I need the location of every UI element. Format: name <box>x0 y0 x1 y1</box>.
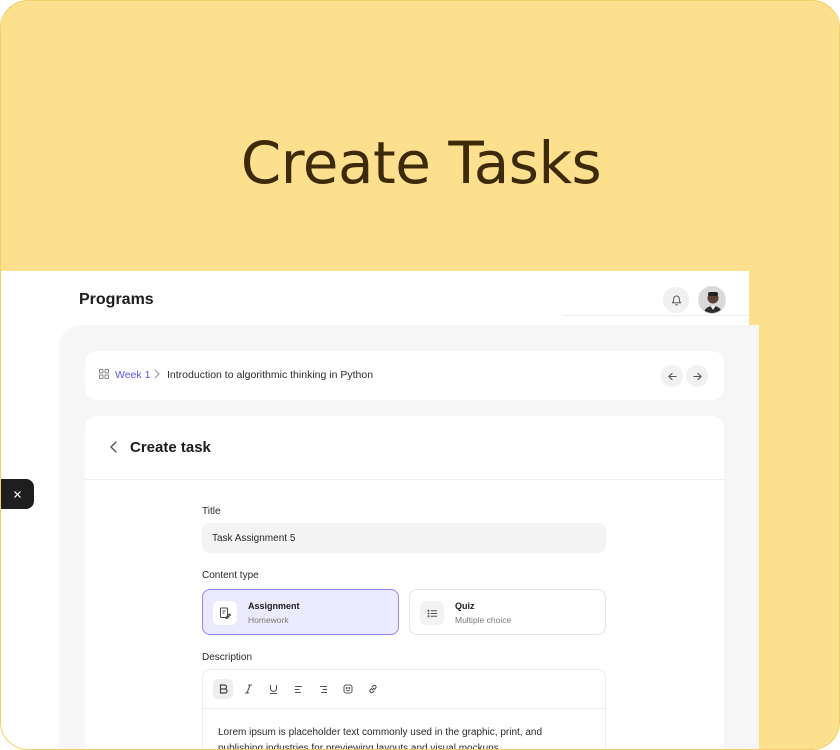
content-type-quiz[interactable]: Quiz Multiple choice <box>409 589 606 635</box>
option-name: Quiz <box>455 601 475 611</box>
align-right-icon <box>319 685 327 693</box>
previous-button[interactable] <box>661 365 683 387</box>
next-button[interactable] <box>686 365 708 387</box>
editor-divider <box>203 708 605 709</box>
align-right-button[interactable] <box>313 679 333 699</box>
option-sub: Multiple choice <box>455 615 512 625</box>
user-avatar-icon <box>699 287 725 313</box>
chevron-right-icon <box>154 369 160 379</box>
avatar[interactable] <box>698 286 726 314</box>
arrow-left-icon <box>667 372 677 380</box>
notifications-button[interactable] <box>663 287 689 313</box>
back-chevron-icon[interactable] <box>107 440 121 454</box>
hero-card: Create Tasks Programs Week 1 Introductio… <box>0 0 840 750</box>
link-icon <box>369 684 377 694</box>
grid-icon <box>99 369 109 379</box>
breadcrumb-week-link[interactable]: Week 1 <box>115 369 150 381</box>
italic-button[interactable] <box>238 679 258 699</box>
link-button[interactable] <box>363 679 383 699</box>
title-input[interactable] <box>202 523 606 553</box>
header-divider <box>563 315 749 316</box>
bell-icon <box>671 295 681 306</box>
form-heading: Create task <box>130 439 211 456</box>
edit-document-icon <box>220 607 231 619</box>
italic-icon <box>244 684 252 694</box>
image-icon <box>343 684 353 694</box>
bold-icon <box>219 684 228 694</box>
arrow-right-icon <box>692 372 702 380</box>
quiz-icon-box <box>420 601 444 625</box>
hero-title: Create Tasks <box>240 129 602 197</box>
app-window: Programs Week 1 Introduction to algorith… <box>1 271 759 749</box>
description-text[interactable]: Lorem ipsum is placeholder text commonly… <box>218 725 578 749</box>
title-label: Title <box>202 506 221 517</box>
assignment-icon-box <box>213 601 237 625</box>
underline-icon <box>269 685 277 694</box>
page-title: Programs <box>79 291 154 308</box>
close-button[interactable] <box>1 479 34 509</box>
underline-button[interactable] <box>263 679 283 699</box>
align-left-icon <box>294 685 302 693</box>
image-button[interactable] <box>338 679 358 699</box>
form-divider <box>85 479 724 480</box>
close-icon <box>14 490 21 498</box>
content-type-assignment[interactable]: Assignment Homework <box>202 589 399 635</box>
bold-button[interactable] <box>213 679 233 699</box>
description-label: Description <box>202 652 253 663</box>
list-icon <box>426 609 437 617</box>
content-type-label: Content type <box>202 570 259 581</box>
align-left-button[interactable] <box>288 679 308 699</box>
description-editor[interactable]: Lorem ipsum is placeholder text commonly… <box>202 669 606 749</box>
breadcrumb-current: Introduction to algorithmic thinking in … <box>167 369 374 381</box>
editor-toolbar <box>213 679 383 699</box>
option-name: Assignment <box>248 601 300 611</box>
option-sub: Homework <box>248 615 289 625</box>
breadcrumb: Week 1 Introduction to algorithmic think… <box>85 351 724 400</box>
create-task-form: Create task Title Content type Assignmen… <box>85 416 724 749</box>
